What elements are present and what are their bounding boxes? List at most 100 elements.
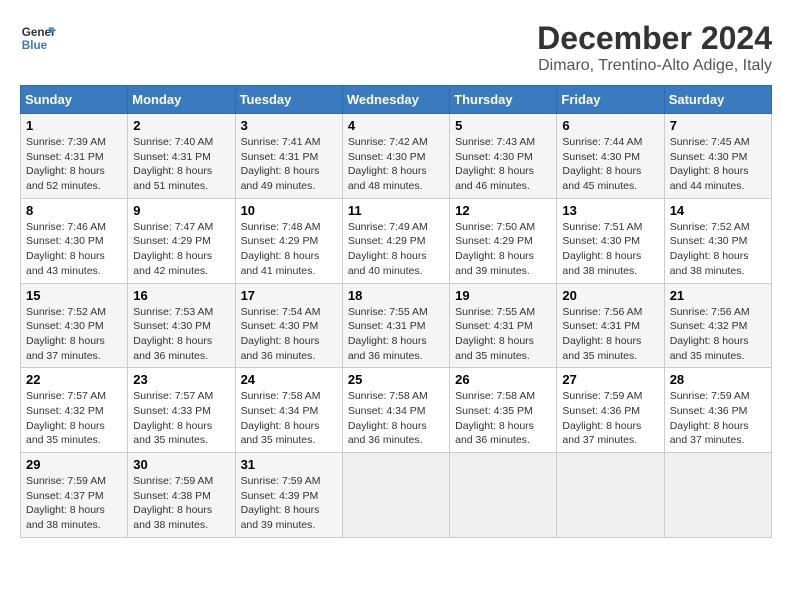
calendar-cell: 3 Sunrise: 7:41 AMSunset: 4:31 PMDaylight… [235, 114, 342, 199]
calendar-header-row: SundayMondayTuesdayWednesdayThursdayFrid… [21, 86, 772, 114]
calendar-cell: 14Sunrise: 7:52 AMSunset: 4:30 PMDayligh… [664, 198, 771, 283]
day-number: 28 [670, 372, 766, 387]
day-number: 31 [241, 457, 337, 472]
day-info: Sunrise: 7:50 AMSunset: 4:29 PMDaylight:… [455, 221, 535, 277]
day-info: Sunrise: 7:56 AMSunset: 4:32 PMDaylight:… [670, 306, 750, 362]
day-info: Sunrise: 7:54 AMSunset: 4:30 PMDaylight:… [241, 306, 321, 362]
day-number: 6 [562, 118, 658, 133]
day-number: 16 [133, 288, 229, 303]
header-sunday: Sunday [21, 86, 128, 114]
week-row-2: 15 Sunrise: 7:52 AMSunset: 4:30 PMDayligh… [21, 283, 772, 368]
header-tuesday: Tuesday [235, 86, 342, 114]
day-info: Sunrise: 7:59 AMSunset: 4:36 PMDaylight:… [670, 390, 750, 446]
calendar-cell: 28 Sunrise: 7:59 AMSunset: 4:36 PMDayligh… [664, 368, 771, 453]
day-info: Sunrise: 7:55 AMSunset: 4:31 PMDaylight:… [348, 306, 428, 362]
calendar-cell: 24 Sunrise: 7:58 AMSunset: 4:34 PMDayligh… [235, 368, 342, 453]
day-info: Sunrise: 7:51 AMSunset: 4:30 PMDaylight:… [562, 221, 642, 277]
day-number: 20 [562, 288, 658, 303]
calendar-cell: 23 Sunrise: 7:57 AMSunset: 4:33 PMDayligh… [128, 368, 235, 453]
calendar-cell: 26 Sunrise: 7:58 AMSunset: 4:35 PMDayligh… [450, 368, 557, 453]
day-number: 1 [26, 118, 122, 133]
svg-text:Blue: Blue [22, 39, 48, 52]
calendar-cell: 1 Sunrise: 7:39 AMSunset: 4:31 PMDaylight… [21, 114, 128, 199]
day-number: 10 [241, 203, 337, 218]
day-number: 15 [26, 288, 122, 303]
day-info: Sunrise: 7:59 AMSunset: 4:37 PMDaylight:… [26, 475, 106, 531]
day-info: Sunrise: 7:59 AMSunset: 4:36 PMDaylight:… [562, 390, 642, 446]
calendar-cell: 2Sunrise: 7:40 AMSunset: 4:31 PMDaylight… [128, 114, 235, 199]
calendar-cell: 19Sunrise: 7:55 AMSunset: 4:31 PMDayligh… [450, 283, 557, 368]
day-number: 26 [455, 372, 551, 387]
day-info: Sunrise: 7:57 AMSunset: 4:33 PMDaylight:… [133, 390, 213, 446]
sub-title: Dimaro, Trentino-Alto Adige, Italy [537, 57, 772, 75]
calendar-cell: 9 Sunrise: 7:47 AMSunset: 4:29 PMDaylight… [128, 198, 235, 283]
day-info: Sunrise: 7:44 AMSunset: 4:30 PMDaylight:… [562, 136, 642, 192]
calendar-table: SundayMondayTuesdayWednesdayThursdayFrid… [20, 85, 772, 538]
page-header: General Blue December 2024 Dimaro, Trent… [20, 20, 772, 75]
calendar-cell: 25 Sunrise: 7:58 AMSunset: 4:34 PMDayligh… [342, 368, 449, 453]
logo: General Blue [20, 20, 56, 56]
day-number: 3 [241, 118, 337, 133]
calendar-cell [557, 453, 664, 538]
day-number: 21 [670, 288, 766, 303]
day-info: Sunrise: 7:47 AMSunset: 4:29 PMDaylight:… [133, 221, 213, 277]
day-info: Sunrise: 7:59 AMSunset: 4:39 PMDaylight:… [241, 475, 321, 531]
day-info: Sunrise: 7:52 AMSunset: 4:30 PMDaylight:… [26, 306, 106, 362]
header-wednesday: Wednesday [342, 86, 449, 114]
day-number: 12 [455, 203, 551, 218]
calendar-cell: 16Sunrise: 7:53 AMSunset: 4:30 PMDayligh… [128, 283, 235, 368]
day-info: Sunrise: 7:41 AMSunset: 4:31 PMDaylight:… [241, 136, 321, 192]
calendar-cell: 20 Sunrise: 7:56 AMSunset: 4:31 PMDayligh… [557, 283, 664, 368]
day-number: 22 [26, 372, 122, 387]
calendar-cell: 31 Sunrise: 7:59 AMSunset: 4:39 PMDayligh… [235, 453, 342, 538]
day-number: 9 [133, 203, 229, 218]
calendar-cell [450, 453, 557, 538]
calendar-cell: 30Sunrise: 7:59 AMSunset: 4:38 PMDayligh… [128, 453, 235, 538]
calendar-cell: 6 Sunrise: 7:44 AMSunset: 4:30 PMDaylight… [557, 114, 664, 199]
header-monday: Monday [128, 86, 235, 114]
week-row-3: 22 Sunrise: 7:57 AMSunset: 4:32 PMDayligh… [21, 368, 772, 453]
day-info: Sunrise: 7:58 AMSunset: 4:34 PMDaylight:… [241, 390, 321, 446]
header-friday: Friday [557, 86, 664, 114]
day-number: 5 [455, 118, 551, 133]
day-number: 4 [348, 118, 444, 133]
calendar-cell: 8 Sunrise: 7:46 AMSunset: 4:30 PMDaylight… [21, 198, 128, 283]
day-number: 7 [670, 118, 766, 133]
week-row-1: 8 Sunrise: 7:46 AMSunset: 4:30 PMDaylight… [21, 198, 772, 283]
calendar-cell: 27Sunrise: 7:59 AMSunset: 4:36 PMDayligh… [557, 368, 664, 453]
title-block: December 2024 Dimaro, Trentino-Alto Adig… [537, 20, 772, 75]
calendar-cell: 17Sunrise: 7:54 AMSunset: 4:30 PMDayligh… [235, 283, 342, 368]
calendar-cell: 13 Sunrise: 7:51 AMSunset: 4:30 PMDayligh… [557, 198, 664, 283]
day-info: Sunrise: 7:48 AMSunset: 4:29 PMDaylight:… [241, 221, 321, 277]
calendar-cell: 15 Sunrise: 7:52 AMSunset: 4:30 PMDayligh… [21, 283, 128, 368]
main-title: December 2024 [537, 20, 772, 57]
day-number: 8 [26, 203, 122, 218]
header-thursday: Thursday [450, 86, 557, 114]
calendar-cell: 22 Sunrise: 7:57 AMSunset: 4:32 PMDayligh… [21, 368, 128, 453]
day-info: Sunrise: 7:56 AMSunset: 4:31 PMDaylight:… [562, 306, 642, 362]
day-info: Sunrise: 7:58 AMSunset: 4:34 PMDaylight:… [348, 390, 428, 446]
day-number: 13 [562, 203, 658, 218]
calendar-cell: 29 Sunrise: 7:59 AMSunset: 4:37 PMDayligh… [21, 453, 128, 538]
day-number: 14 [670, 203, 766, 218]
calendar-cell [342, 453, 449, 538]
day-info: Sunrise: 7:46 AMSunset: 4:30 PMDaylight:… [26, 221, 106, 277]
calendar-cell: 10 Sunrise: 7:48 AMSunset: 4:29 PMDayligh… [235, 198, 342, 283]
day-info: Sunrise: 7:39 AMSunset: 4:31 PMDaylight:… [26, 136, 106, 192]
day-number: 18 [348, 288, 444, 303]
day-info: Sunrise: 7:57 AMSunset: 4:32 PMDaylight:… [26, 390, 106, 446]
day-number: 24 [241, 372, 337, 387]
day-number: 25 [348, 372, 444, 387]
day-info: Sunrise: 7:40 AMSunset: 4:31 PMDaylight:… [133, 136, 213, 192]
logo-icon: General Blue [20, 20, 56, 56]
day-info: Sunrise: 7:42 AMSunset: 4:30 PMDaylight:… [348, 136, 428, 192]
day-number: 11 [348, 203, 444, 218]
calendar-cell: 7Sunrise: 7:45 AMSunset: 4:30 PMDaylight… [664, 114, 771, 199]
day-number: 29 [26, 457, 122, 472]
calendar-cell: 18 Sunrise: 7:55 AMSunset: 4:31 PMDayligh… [342, 283, 449, 368]
day-info: Sunrise: 7:59 AMSunset: 4:38 PMDaylight:… [133, 475, 213, 531]
day-number: 23 [133, 372, 229, 387]
day-info: Sunrise: 7:58 AMSunset: 4:35 PMDaylight:… [455, 390, 535, 446]
calendar-cell: 12 Sunrise: 7:50 AMSunset: 4:29 PMDayligh… [450, 198, 557, 283]
week-row-0: 1 Sunrise: 7:39 AMSunset: 4:31 PMDaylight… [21, 114, 772, 199]
